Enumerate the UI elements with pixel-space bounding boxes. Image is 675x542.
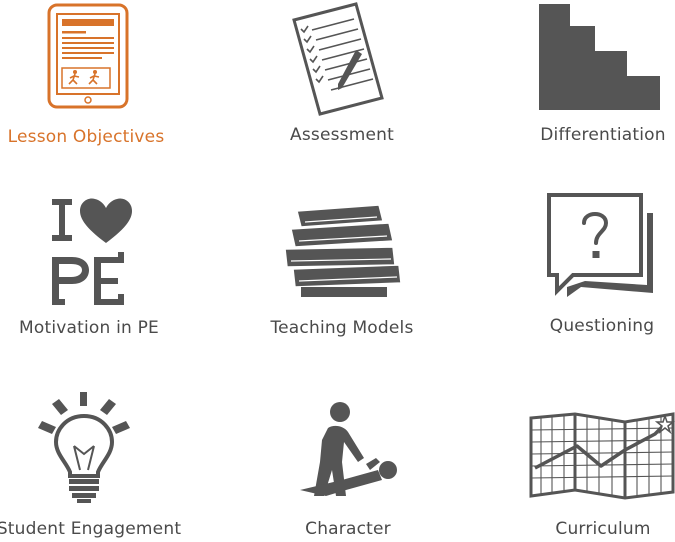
menu-item-student-engagement[interactable]: Student Engagement bbox=[0, 380, 182, 542]
book-stack-icon bbox=[284, 204, 402, 297]
menu-item-label: Teaching Models bbox=[270, 318, 414, 338]
staircase-icon bbox=[539, 4, 660, 110]
menu-item-label: Lesson Objectives bbox=[7, 127, 165, 147]
menu-item-label: Student Engagement bbox=[0, 519, 182, 539]
menu-item-teaching-models[interactable]: Teaching Models bbox=[255, 185, 435, 340]
menu-item-assessment[interactable]: Assessment bbox=[250, 0, 430, 155]
menu-item-differentiation[interactable]: Differentiation bbox=[515, 0, 675, 155]
menu-item-label: Questioning bbox=[549, 316, 655, 336]
menu-item-label: Curriculum bbox=[555, 519, 651, 539]
menu-item-label: Differentiation bbox=[540, 125, 666, 145]
menu-item-questioning[interactable]: Questioning bbox=[515, 185, 675, 340]
menu-item-character[interactable]: Character bbox=[260, 380, 440, 542]
lightbulb-icon bbox=[38, 392, 130, 503]
checklist-pencil-icon bbox=[292, 2, 384, 116]
tablet-icon bbox=[47, 3, 129, 109]
menu-item-label: Motivation in PE bbox=[19, 318, 159, 338]
graph-map-icon bbox=[529, 412, 675, 500]
i-heart-pe-icon bbox=[52, 198, 132, 305]
menu-item-motivation-in-pe[interactable]: Motivation in PE bbox=[0, 185, 180, 340]
menu-item-label: Assessment bbox=[290, 125, 394, 145]
question-bubble-icon bbox=[547, 193, 653, 297]
menu-item-lesson-objectives[interactable]: Lesson Objectives bbox=[0, 0, 175, 160]
helping-person-icon bbox=[300, 402, 397, 496]
menu-item-curriculum[interactable]: Curriculum bbox=[515, 380, 675, 542]
menu-item-label: Character bbox=[305, 519, 391, 539]
